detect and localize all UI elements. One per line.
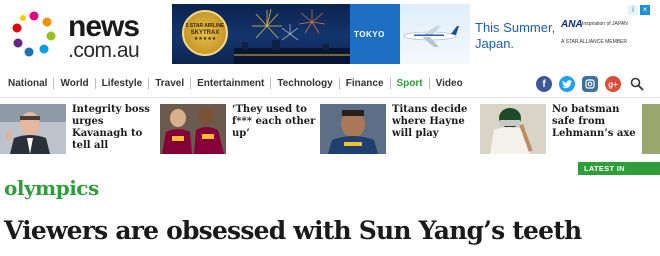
story-thumbnail	[320, 104, 386, 154]
nav-list: National World Lifestyle Travel Entertai…	[8, 78, 463, 89]
article-headline: Viewers are obsessed with Sun Yang’s tee…	[4, 216, 582, 245]
instagram-icon[interactable]	[582, 76, 598, 92]
nav-divider	[389, 78, 391, 89]
latest-in-sport-badge[interactable]: LATEST IN SPORT	[578, 162, 660, 186]
search-icon[interactable]	[630, 77, 644, 91]
nav-item-sport[interactable]: Sport	[397, 78, 423, 89]
story-title: Integrity boss urges Kavanagh to tell al…	[72, 104, 150, 151]
nav-item-technology[interactable]: Technology	[277, 78, 332, 89]
ad-city-label: TOKYO	[354, 30, 385, 39]
ad-alliance: A STAR ALLIANCE MEMBER	[561, 39, 628, 45]
story-card[interactable]: Titans decide where Hayne will play	[320, 104, 480, 158]
story-photo	[480, 104, 546, 154]
adchoices-icon[interactable]: i	[628, 5, 638, 15]
story-title: No batsman safe from Lehmann’s axe	[552, 104, 636, 139]
ad-headline-line2: Japan.	[475, 36, 515, 51]
story-photo	[320, 104, 386, 154]
nav-item-lifestyle[interactable]: Lifestyle	[102, 78, 143, 89]
nav-divider	[148, 78, 150, 89]
story-thumbnail	[480, 104, 546, 154]
ad-headline-line1: This Summer,	[475, 20, 556, 35]
ad-brand: ANA	[561, 19, 583, 30]
nav-divider	[270, 78, 272, 89]
story-photo	[160, 104, 226, 154]
nav-divider	[94, 78, 96, 89]
nav-item-entertainment[interactable]: Entertainment	[197, 78, 264, 89]
nav-divider	[428, 78, 430, 89]
google-plus-icon[interactable]: g+	[605, 76, 621, 92]
ad-close-button[interactable]: ×	[640, 5, 650, 15]
ad-fireworks-image: 5 STAR AIRLINE SKYTRAX ★★★★★	[172, 4, 350, 64]
main-navigation: National World Lifestyle Travel Entertai…	[0, 72, 660, 98]
banner-ad[interactable]: 5 STAR AIRLINE SKYTRAX ★★★★★ TOKYO This …	[172, 4, 650, 64]
logo-dots-icon	[12, 11, 56, 57]
ad-airplane-image	[400, 4, 470, 64]
section-label[interactable]: olympics	[4, 176, 99, 200]
story-card[interactable]: Integrity boss urges Kavanagh to tell al…	[0, 104, 160, 158]
story-card[interactable]: No batsman safe from Lehmann’s axe	[480, 104, 660, 158]
social-links: f g+	[536, 76, 644, 92]
facebook-icon[interactable]: f	[536, 76, 552, 92]
nav-divider	[53, 78, 55, 89]
logo-name: news	[68, 10, 140, 43]
badge-stars: ★★★★★	[193, 35, 217, 42]
nav-item-finance[interactable]: Finance	[346, 78, 384, 89]
story-card[interactable]: ‘They used to f*** each other up’	[160, 104, 320, 158]
ad-tagline: Inspiration of JAPAN	[582, 21, 628, 27]
skytrax-badge: 5 STAR AIRLINE SKYTRAX ★★★★★	[182, 10, 228, 56]
twitter-icon[interactable]	[559, 76, 575, 92]
nav-item-travel[interactable]: Travel	[155, 78, 184, 89]
airplane-icon	[403, 26, 459, 47]
news-logo[interactable]: news .com.au	[10, 10, 160, 62]
logo-domain: .com.au	[68, 39, 140, 62]
nav-item-national[interactable]: National	[8, 78, 47, 89]
story-photo	[0, 104, 66, 154]
logo-wordmark: news .com.au	[68, 10, 140, 62]
story-title: Titans decide where Hayne will play	[392, 104, 468, 139]
nav-item-world[interactable]: World	[60, 78, 88, 89]
story-title: ‘They used to f*** each other up’	[232, 104, 316, 139]
nav-divider	[338, 78, 340, 89]
story-thumbnail	[0, 104, 66, 154]
story-thumbnail-partial	[642, 104, 660, 154]
nav-item-video[interactable]: Video	[436, 78, 463, 89]
related-stories: Integrity boss urges Kavanagh to tell al…	[0, 104, 660, 158]
nav-divider	[190, 78, 192, 89]
story-thumbnail	[160, 104, 226, 154]
